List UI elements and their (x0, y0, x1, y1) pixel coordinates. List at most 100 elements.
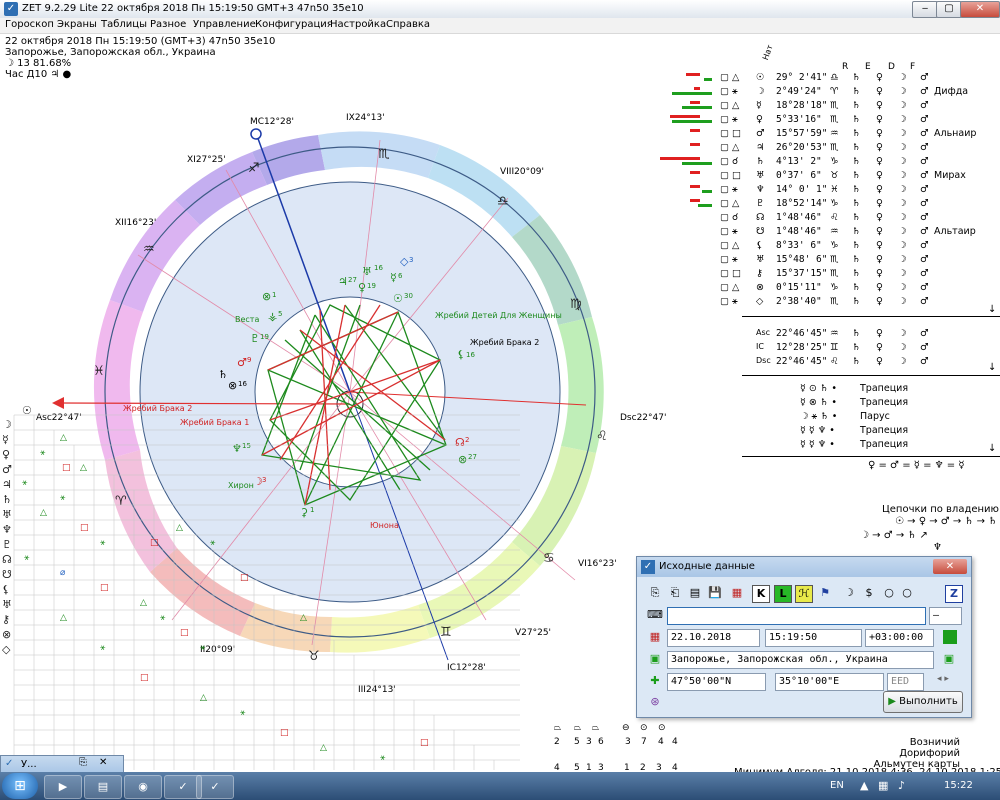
moon-phase-icon[interactable]: ☽ (841, 585, 857, 601)
planet-aspect-icon: ⚹ (732, 114, 738, 125)
menu-help[interactable]: Справка (386, 19, 430, 30)
jupiter-icon: ♃ (338, 275, 348, 288)
l-button[interactable]: L (774, 585, 792, 603)
menu-screens[interactable]: Экраны (57, 19, 97, 30)
scroll-arrow-2[interactable]: ↓ (988, 362, 996, 373)
planet-d-col: ☽ (898, 282, 907, 293)
planet-symbol: ♆ (756, 184, 765, 195)
planet-position: 0°37' 6" (776, 170, 822, 181)
longitude-input[interactable]: 35°10'00"E (775, 673, 884, 691)
planet-symbol: ☿ (756, 100, 762, 111)
z-button[interactable]: Z (945, 585, 963, 603)
minimize-button[interactable]: ‒ (912, 1, 938, 18)
figure-symbols: ☿ ☿ ♆ • (800, 439, 835, 450)
place-input[interactable]: Запорожье, Запорожская обл., Украина (667, 651, 934, 669)
menu-horoscope[interactable]: Гороскоп (5, 19, 54, 30)
planet-r-col: ♄ (852, 282, 861, 293)
planet-aspect-icon: □ (732, 170, 741, 181)
angle-r-col: ♄ (852, 342, 861, 353)
menu-configuration[interactable]: Конфигурация (255, 19, 333, 30)
taskbar-folder-icon[interactable]: ▤ (84, 775, 122, 799)
run-play-icon: ▶ (888, 696, 896, 707)
name-input[interactable] (667, 607, 926, 625)
keyboard-language[interactable]: EN (830, 780, 844, 791)
coord-spinner[interactable]: ◂ ▸ (929, 674, 957, 689)
planet-d-col: ☽ (898, 198, 907, 209)
circle-2-icon[interactable]: ○ (899, 585, 915, 601)
svg-text:☊: ☊ (2, 553, 12, 566)
svg-text:□: □ (62, 463, 71, 473)
angle-r-col: ♄ (852, 328, 861, 339)
volume-icon[interactable]: ♪ (898, 779, 905, 792)
save-icon[interactable]: 💾 (707, 585, 723, 601)
scroll-arrow-1[interactable]: ↓ (988, 304, 996, 315)
menu-misc[interactable]: Разное (150, 19, 186, 30)
calendar-icon[interactable]: ▦ (729, 585, 745, 601)
close-button[interactable]: ✕ (960, 1, 1000, 18)
scorpio-icon: ♏ (378, 147, 390, 162)
svg-text:☿: ☿ (2, 433, 9, 446)
planet-d-col: ☽ (898, 240, 907, 251)
taskbar-player-icon[interactable]: ▶ (44, 775, 82, 799)
time-input[interactable]: 15:19:50 (765, 629, 862, 647)
charioteer-label: Возничий (909, 737, 960, 748)
planet-aspect-icon: □ (732, 268, 741, 279)
h-button[interactable]: ℋ (795, 585, 813, 603)
strike-icon[interactable]: $ (861, 585, 877, 601)
mini-close-icon[interactable]: ✕ (99, 757, 107, 768)
ceres-icon: ⚳ (300, 506, 308, 519)
menu-settings[interactable]: Настройка (330, 19, 386, 30)
chains-title: Цепочки по владению (882, 504, 999, 515)
lilith-degree: 16 (466, 351, 475, 359)
angle-sign: ♊ (830, 342, 839, 353)
planet-e-col: ♀ (876, 72, 883, 83)
copy-icon[interactable]: ⎘ (647, 585, 663, 601)
menu-control[interactable]: Управление (193, 19, 256, 30)
flag-icon[interactable]: ⚑ (817, 585, 833, 601)
gender-select[interactable]: ‒ (929, 607, 962, 625)
run-button[interactable]: ▶ Выполнить (883, 691, 963, 713)
taskbar-chrome-icon[interactable]: ◉ (124, 775, 162, 799)
natal-chart-wheel[interactable]: MC12°28' IX24°13' VIII20°09' XI27°25' XI… (0, 33, 700, 773)
planet-star: Альтаир (934, 226, 976, 237)
table-header-r: R (842, 62, 849, 72)
cusp-ix-label: IX24°13' (346, 113, 385, 123)
circle-1-icon[interactable]: ○ (881, 585, 897, 601)
taskbar-zet-icon[interactable]: ✓ (196, 775, 234, 799)
settings-circle-icon[interactable]: ⊛ (647, 694, 663, 710)
open-icon[interactable]: ▤ (687, 585, 703, 601)
planet-position: 1°48'46" (776, 226, 822, 237)
planet-d-col: ☽ (898, 212, 907, 223)
svg-text:5: 5 (574, 737, 580, 747)
planet-symbol: ♄ (756, 156, 765, 167)
scroll-arrow-3[interactable]: ↓ (988, 443, 996, 454)
timezone-input[interactable]: +03:00:00 (865, 629, 934, 647)
eed-input[interactable]: EED (887, 673, 924, 691)
planet-aspect-icon: △ (732, 198, 740, 209)
planet-e-col: ♀ (876, 142, 883, 153)
cusp-dsc-label: Dsc22°47' (620, 413, 666, 423)
planet-position: 15°57'59" (776, 128, 828, 139)
dialog-close-button[interactable]: ✕ (933, 559, 967, 574)
leo-icon: ♌ (596, 429, 608, 444)
planet-f-col: ♂ (920, 212, 929, 223)
date-input[interactable]: 22.10.2018 (667, 629, 760, 647)
k-button[interactable]: K (752, 585, 770, 603)
tray-arrow-icon[interactable]: ▲ (860, 779, 868, 792)
planet-aspect-icon: □ (732, 128, 741, 139)
svg-text:4: 4 (658, 737, 664, 747)
network-icon[interactable]: ▦ (878, 779, 888, 792)
svg-text:△: △ (176, 523, 183, 533)
angle-f-col: ♂ (920, 342, 929, 353)
maximize-button[interactable]: ▢ (936, 1, 962, 18)
svg-text:♇: ♇ (2, 538, 12, 551)
start-button[interactable]: ⊞ (2, 773, 38, 799)
tz-color-indicator[interactable] (943, 630, 957, 644)
mini-restore-icon[interactable]: ⎘ (79, 757, 87, 768)
planet-symbol: ♅ (756, 170, 765, 181)
place-lookup-icon[interactable]: ▣ (941, 651, 957, 667)
table-divider-2 (742, 375, 1000, 376)
paste-icon[interactable]: ⎗ (667, 585, 683, 601)
latitude-input[interactable]: 47°50'00"N (667, 673, 766, 691)
menu-tables[interactable]: Таблицы (101, 19, 147, 30)
